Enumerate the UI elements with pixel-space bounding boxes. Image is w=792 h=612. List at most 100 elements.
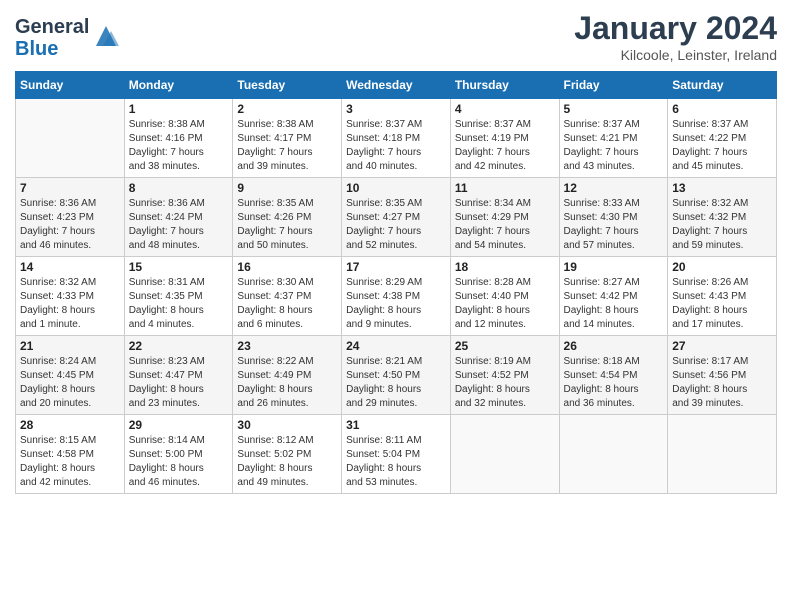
day-number: 15 [129,260,229,274]
calendar-cell: 12Sunrise: 8:33 AM Sunset: 4:30 PM Dayli… [559,178,668,257]
day-number: 25 [455,339,555,353]
day-number: 13 [672,181,772,195]
calendar-header-row: SundayMondayTuesdayWednesdayThursdayFrid… [16,72,777,99]
day-info: Sunrise: 8:17 AM Sunset: 4:56 PM Dayligh… [672,355,772,411]
day-number: 17 [346,260,446,274]
calendar-cell: 7Sunrise: 8:36 AM Sunset: 4:23 PM Daylig… [16,178,125,257]
calendar-cell [450,415,559,494]
day-info: Sunrise: 8:37 AM Sunset: 4:21 PM Dayligh… [564,118,664,174]
calendar-cell: 22 Sunrise: 8:23 AM Sunset: 4:47 PM Dayli… [124,336,233,415]
calendar-cell: 17 Sunrise: 8:29 AM Sunset: 4:38 PM Dayli… [342,257,451,336]
day-info: Sunrise: 8:21 AM Sunset: 4:50 PM Dayligh… [346,355,446,411]
calendar-header-saturday: Saturday [668,72,777,99]
day-number: 20 [672,260,772,274]
calendar-cell: 26Sunrise: 8:18 AM Sunset: 4:54 PM Dayli… [559,336,668,415]
day-info: Sunrise: 8:37 AM Sunset: 4:19 PM Dayligh… [455,118,555,174]
day-info: Sunrise: 8:27 AM Sunset: 4:42 PM Dayligh… [564,276,664,332]
calendar-week-4: 21Sunrise: 8:24 AM Sunset: 4:45 PM Dayli… [16,336,777,415]
calendar-cell: 1Sunrise: 8:38 AM Sunset: 4:16 PM Daylig… [124,99,233,178]
day-info: Sunrise: 8:36 AM Sunset: 4:23 PM Dayligh… [20,197,120,253]
day-info: Sunrise: 8:12 AM Sunset: 5:02 PM Dayligh… [237,434,337,490]
day-number: 16 [237,260,337,274]
calendar-cell [16,99,125,178]
day-number: 31 [346,418,446,432]
day-number: 29 [129,418,229,432]
calendar-cell: 15 Sunrise: 8:31 AM Sunset: 4:35 PM Dayli… [124,257,233,336]
day-info: Sunrise: 8:23 AM Sunset: 4:47 PM Dayligh… [129,355,229,411]
day-info: Sunrise: 8:37 AM Sunset: 4:18 PM Dayligh… [346,118,446,174]
calendar-cell: 3Sunrise: 8:37 AM Sunset: 4:18 PM Daylig… [342,99,451,178]
day-number: 8 [129,181,229,195]
day-number: 19 [564,260,664,274]
calendar-cell: 13Sunrise: 8:32 AM Sunset: 4:32 PM Dayli… [668,178,777,257]
day-number: 6 [672,102,772,116]
calendar-cell: 4 Sunrise: 8:37 AM Sunset: 4:19 PM Daylig… [450,99,559,178]
day-info: Sunrise: 8:19 AM Sunset: 4:52 PM Dayligh… [455,355,555,411]
calendar-cell: 23 Sunrise: 8:22 AM Sunset: 4:49 PM Dayli… [233,336,342,415]
title-area: January 2024 Kilcoole, Leinster, Ireland [574,10,777,63]
day-info: Sunrise: 8:35 AM Sunset: 4:26 PM Dayligh… [237,197,337,253]
day-number: 4 [455,102,555,116]
header: General Blue January 2024 Kilcoole, Lein… [15,10,777,63]
calendar-cell: 14 Sunrise: 8:32 AM Sunset: 4:33 PM Dayli… [16,257,125,336]
location-title: Kilcoole, Leinster, Ireland [574,47,777,63]
calendar-cell: 16 Sunrise: 8:30 AM Sunset: 4:37 PM Dayli… [233,257,342,336]
calendar-header-sunday: Sunday [16,72,125,99]
logo-icon [91,21,121,51]
calendar-header-friday: Friday [559,72,668,99]
calendar-cell: 28 Sunrise: 8:15 AM Sunset: 4:58 PM Dayli… [16,415,125,494]
day-number: 9 [237,181,337,195]
calendar-cell: 10Sunrise: 8:35 AM Sunset: 4:27 PM Dayli… [342,178,451,257]
logo: General Blue [15,16,121,60]
calendar-week-3: 14 Sunrise: 8:32 AM Sunset: 4:33 PM Dayli… [16,257,777,336]
calendar-cell: 19 Sunrise: 8:27 AM Sunset: 4:42 PM Dayli… [559,257,668,336]
logo-blue: Blue [15,38,58,60]
calendar-cell: 20 Sunrise: 8:26 AM Sunset: 4:43 PM Dayli… [668,257,777,336]
day-number: 18 [455,260,555,274]
day-info: Sunrise: 8:33 AM Sunset: 4:30 PM Dayligh… [564,197,664,253]
calendar: SundayMondayTuesdayWednesdayThursdayFrid… [15,71,777,494]
logo-general: General [15,16,89,38]
calendar-cell: 27 Sunrise: 8:17 AM Sunset: 4:56 PM Dayli… [668,336,777,415]
day-info: Sunrise: 8:34 AM Sunset: 4:29 PM Dayligh… [455,197,555,253]
month-title: January 2024 [574,10,777,47]
day-number: 21 [20,339,120,353]
calendar-cell: 29 Sunrise: 8:14 AM Sunset: 5:00 PM Dayli… [124,415,233,494]
calendar-week-2: 7Sunrise: 8:36 AM Sunset: 4:23 PM Daylig… [16,178,777,257]
day-info: Sunrise: 8:26 AM Sunset: 4:43 PM Dayligh… [672,276,772,332]
day-number: 5 [564,102,664,116]
day-info: Sunrise: 8:35 AM Sunset: 4:27 PM Dayligh… [346,197,446,253]
calendar-cell: 21Sunrise: 8:24 AM Sunset: 4:45 PM Dayli… [16,336,125,415]
day-number: 22 [129,339,229,353]
day-number: 23 [237,339,337,353]
day-info: Sunrise: 8:37 AM Sunset: 4:22 PM Dayligh… [672,118,772,174]
day-number: 14 [20,260,120,274]
calendar-cell: 6 Sunrise: 8:37 AM Sunset: 4:22 PM Daylig… [668,99,777,178]
calendar-cell: 9 Sunrise: 8:35 AM Sunset: 4:26 PM Daylig… [233,178,342,257]
calendar-cell: 30Sunrise: 8:12 AM Sunset: 5:02 PM Dayli… [233,415,342,494]
calendar-cell: 11 Sunrise: 8:34 AM Sunset: 4:29 PM Dayli… [450,178,559,257]
calendar-week-5: 28 Sunrise: 8:15 AM Sunset: 4:58 PM Dayli… [16,415,777,494]
day-info: Sunrise: 8:15 AM Sunset: 4:58 PM Dayligh… [20,434,120,490]
day-info: Sunrise: 8:29 AM Sunset: 4:38 PM Dayligh… [346,276,446,332]
calendar-cell: 18Sunrise: 8:28 AM Sunset: 4:40 PM Dayli… [450,257,559,336]
day-number: 24 [346,339,446,353]
day-number: 11 [455,181,555,195]
calendar-cell [559,415,668,494]
calendar-cell: 31Sunrise: 8:11 AM Sunset: 5:04 PM Dayli… [342,415,451,494]
day-info: Sunrise: 8:14 AM Sunset: 5:00 PM Dayligh… [129,434,229,490]
day-info: Sunrise: 8:31 AM Sunset: 4:35 PM Dayligh… [129,276,229,332]
day-number: 27 [672,339,772,353]
day-info: Sunrise: 8:22 AM Sunset: 4:49 PM Dayligh… [237,355,337,411]
day-number: 28 [20,418,120,432]
day-info: Sunrise: 8:30 AM Sunset: 4:37 PM Dayligh… [237,276,337,332]
calendar-header-monday: Monday [124,72,233,99]
calendar-header-tuesday: Tuesday [233,72,342,99]
day-info: Sunrise: 8:18 AM Sunset: 4:54 PM Dayligh… [564,355,664,411]
calendar-cell: 25 Sunrise: 8:19 AM Sunset: 4:52 PM Dayli… [450,336,559,415]
calendar-cell: 8Sunrise: 8:36 AM Sunset: 4:24 PM Daylig… [124,178,233,257]
day-info: Sunrise: 8:32 AM Sunset: 4:33 PM Dayligh… [20,276,120,332]
day-info: Sunrise: 8:38 AM Sunset: 4:17 PM Dayligh… [237,118,337,174]
calendar-cell: 2Sunrise: 8:38 AM Sunset: 4:17 PM Daylig… [233,99,342,178]
calendar-cell: 5 Sunrise: 8:37 AM Sunset: 4:21 PM Daylig… [559,99,668,178]
